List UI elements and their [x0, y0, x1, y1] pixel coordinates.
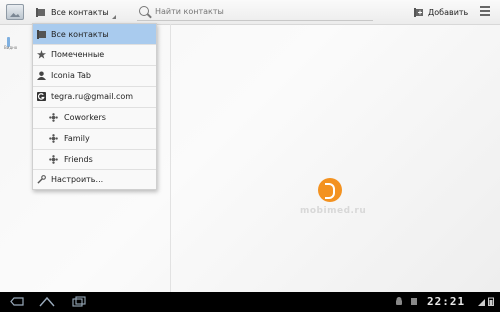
- add-contact-button[interactable]: Добавить: [414, 4, 468, 20]
- group-icon: [49, 155, 58, 164]
- watermark-text: mobimed.ru: [300, 206, 367, 216]
- person-icon: [37, 71, 46, 80]
- notification-icon: [411, 298, 417, 305]
- menu-item-label: Family: [64, 134, 90, 143]
- menu-item-group-family[interactable]: Family: [33, 128, 156, 148]
- menu-item-label: Friends: [64, 155, 93, 164]
- overflow-menu-icon[interactable]: [480, 6, 490, 16]
- search-icon: [139, 6, 149, 16]
- group-icon: [49, 113, 58, 122]
- filter-dropdown-menu: Все контакты Помеченные Iconia Tab tegra…: [32, 23, 157, 190]
- add-contact-icon: [414, 7, 423, 17]
- group-icon: [49, 134, 58, 143]
- contacts-filter-spinner[interactable]: Все контакты: [36, 4, 118, 20]
- action-bar: Все контакты Добавить: [0, 0, 500, 25]
- star-icon: [37, 50, 46, 59]
- system-bar: 22:21: [0, 292, 500, 312]
- menu-item-group-friends[interactable]: Friends: [33, 149, 156, 169]
- clock: 22:21: [427, 295, 466, 308]
- back-icon[interactable]: [10, 297, 24, 306]
- search-input[interactable]: [155, 4, 365, 18]
- menu-item-label: tegra.ru@gmail.com: [51, 92, 134, 101]
- wifi-icon: [478, 299, 485, 306]
- list-header-label: Видно: [4, 45, 18, 50]
- menu-item-label: Iconia Tab: [51, 71, 91, 80]
- menu-item-label: Coworkers: [64, 113, 106, 122]
- menu-item-label: Настроить...: [51, 175, 104, 184]
- search-underline: [137, 20, 373, 21]
- battery-icon: [488, 297, 494, 306]
- search-box[interactable]: [137, 3, 373, 21]
- menu-item-label: Помеченные: [51, 50, 105, 59]
- spinner-arrow-icon: [112, 15, 116, 19]
- menu-item-group-coworkers[interactable]: Coworkers: [33, 107, 156, 127]
- google-account-icon: [37, 92, 46, 101]
- menu-item-google-account[interactable]: tegra.ru@gmail.com: [33, 86, 156, 106]
- home-icon[interactable]: [39, 296, 55, 307]
- recent-apps-icon[interactable]: [72, 296, 86, 307]
- contacts-icon: [36, 7, 45, 17]
- menu-item-all-contacts[interactable]: Все контакты: [33, 24, 156, 44]
- menu-item-starred[interactable]: Помеченные: [33, 44, 156, 64]
- menu-item-customize[interactable]: Настроить...: [33, 169, 156, 189]
- filter-label: Все контакты: [51, 7, 109, 17]
- contacts-icon: [37, 29, 46, 39]
- contacts-app-icon[interactable]: [6, 4, 24, 20]
- menu-item-label: Все контакты: [51, 29, 109, 39]
- add-contact-label: Добавить: [428, 7, 469, 17]
- contacts-app: Все контакты Добавить Видно: [0, 0, 500, 292]
- wrench-icon: [37, 175, 46, 184]
- watermark-logo: [318, 178, 342, 202]
- menu-item-iconia-tab[interactable]: Iconia Tab: [33, 65, 156, 85]
- android-icon: [396, 297, 402, 305]
